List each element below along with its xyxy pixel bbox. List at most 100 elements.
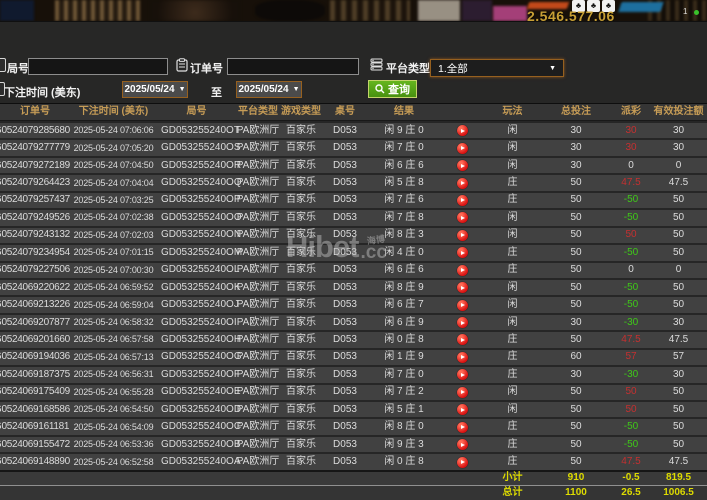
- payout-cell: 0: [612, 161, 650, 171]
- payout-cell: -50: [612, 300, 650, 310]
- play-icon: [461, 146, 465, 150]
- cell-game-type: 百家乐: [280, 213, 322, 223]
- cell-play-side: 庄: [485, 335, 540, 345]
- col-header-game: 游戏类型: [280, 107, 322, 117]
- table-row[interactable]: G0524079285680 2025-05-24 07:06:06 GD053…: [0, 121, 707, 138]
- table-row[interactable]: G0524069213226 2025-05-24 06:59:04 GD053…: [0, 295, 707, 312]
- table-row[interactable]: G0524069207877 2025-05-24 06:58:32 GD053…: [0, 313, 707, 330]
- cell-play-side: 庄: [485, 352, 540, 362]
- play-icon: [461, 164, 465, 168]
- play-video-button[interactable]: [457, 265, 468, 276]
- table-row[interactable]: G0524069194036 2025-05-24 06:57:13 GD053…: [0, 348, 707, 365]
- table-row[interactable]: G0524079234954 2025-05-24 07:01:15 GD053…: [0, 243, 707, 260]
- date-from-picker[interactable]: 2025/05/24 ▼: [122, 81, 188, 98]
- cell-total-bet: 50: [540, 387, 612, 397]
- cell-game-type: 百家乐: [280, 370, 322, 380]
- play-video-button[interactable]: [457, 439, 468, 450]
- play-video-button[interactable]: [457, 282, 468, 293]
- cell-game-type: 百家乐: [280, 143, 322, 153]
- col-header-valid: 有效投注额: [650, 107, 707, 117]
- play-icon: [461, 373, 465, 377]
- cell-game-type: 百家乐: [280, 161, 322, 171]
- play-video-button[interactable]: [457, 404, 468, 415]
- search-button[interactable]: 查询: [368, 80, 417, 98]
- cell-valid-bet: 50: [650, 405, 707, 415]
- cell-order-id: G0524079227506: [0, 265, 70, 275]
- cell-result: 闲 6 庄 7: [368, 300, 440, 310]
- table-row[interactable]: G0524069155472 2025-05-24 06:53:36 GD053…: [0, 435, 707, 452]
- cell-table-no: D053: [322, 283, 368, 293]
- table-row[interactable]: G0524069175409 2025-05-24 06:55:28 GD053…: [0, 383, 707, 400]
- payout-cell: -30: [612, 370, 650, 380]
- bg-shape: [418, 0, 460, 21]
- table-row[interactable]: G0524079249526 2025-05-24 07:02:38 GD053…: [0, 208, 707, 225]
- play-video-button[interactable]: [457, 195, 468, 206]
- table-row[interactable]: G0524069201660 2025-05-24 06:57:58 GD053…: [0, 330, 707, 347]
- play-video-button[interactable]: [457, 247, 468, 258]
- clipboard-icon: [176, 58, 188, 72]
- play-video-button[interactable]: [457, 125, 468, 136]
- cell-bet-time: 2025-05-24 07:04:50: [70, 161, 157, 170]
- cell-order-id: G0524069201660: [0, 335, 70, 345]
- table-row[interactable]: G0524079227506 2025-05-24 07:00:30 GD053…: [0, 261, 707, 278]
- play-icon: [461, 355, 465, 359]
- cell-total-bet: 50: [540, 265, 612, 275]
- bg-shape: [55, 0, 140, 21]
- cell-platform: PA欧洲厅: [236, 335, 280, 345]
- platform-list-icon: [370, 58, 383, 71]
- play-video-button[interactable]: [457, 160, 468, 171]
- date-to-picker[interactable]: 2025/05/24 ▼: [236, 81, 302, 98]
- play-video-button[interactable]: [457, 457, 468, 468]
- table-row[interactable]: G0524069168586 2025-05-24 06:54:50 GD053…: [0, 400, 707, 417]
- cell-total-bet: 30: [540, 126, 612, 136]
- play-video-button[interactable]: [457, 212, 468, 223]
- cell-play-side: 闲: [485, 387, 540, 397]
- play-video-button[interactable]: [457, 334, 468, 345]
- payout-cell: -50: [612, 422, 650, 432]
- table-row[interactable]: G0524069148890 2025-05-24 06:52:58 GD053…: [0, 452, 707, 469]
- cell-bet-time: 2025-05-24 06:59:52: [70, 283, 157, 292]
- cell-total-bet: 50: [540, 213, 612, 223]
- cell-play-side: 闲: [485, 405, 540, 415]
- order-input[interactable]: [227, 58, 359, 75]
- table-row[interactable]: G0524079257437 2025-05-24 07:03:25 GD053…: [0, 191, 707, 208]
- play-video-button[interactable]: [457, 369, 468, 380]
- play-icon: [461, 425, 465, 429]
- table-row[interactable]: G0524079264423 2025-05-24 07:04:04 GD053…: [0, 173, 707, 190]
- play-video-button[interactable]: [457, 352, 468, 363]
- table-row[interactable]: G0524069161181 2025-05-24 06:54:09 GD053…: [0, 417, 707, 434]
- table-row[interactable]: G0524069187375 2025-05-24 06:56:31 GD053…: [0, 365, 707, 382]
- cell-play-side: 庄: [485, 178, 540, 188]
- cell-platform: PA欧洲厅: [236, 265, 280, 275]
- col-header-round: 局号: [157, 107, 236, 117]
- payout-cell: 0: [612, 265, 650, 275]
- play-video-button[interactable]: [457, 143, 468, 154]
- platform-type-label: 平台类型: [386, 60, 430, 76]
- cell-order-id: G0524079272189: [0, 161, 70, 171]
- table-row[interactable]: G0524079243132 2025-05-24 07:02:03 GD053…: [0, 226, 707, 243]
- table-row[interactable]: G0524079277779 2025-05-24 07:05:20 GD053…: [0, 138, 707, 155]
- round-label: 局号: [7, 60, 29, 76]
- cell-game-type: 百家乐: [280, 318, 322, 328]
- play-video-button[interactable]: [457, 300, 468, 311]
- cell-valid-bet: 30: [650, 126, 707, 136]
- play-video-button[interactable]: [457, 178, 468, 189]
- online-dot-icon: [694, 10, 699, 15]
- cell-bet-time: 2025-05-24 06:53:36: [70, 440, 157, 449]
- cell-table-no: D053: [322, 457, 368, 467]
- play-video-button[interactable]: [457, 230, 468, 241]
- bet-time-label: 下注时间 (美东): [4, 84, 80, 100]
- play-video-button[interactable]: [457, 317, 468, 328]
- play-video-button[interactable]: [457, 422, 468, 433]
- cell-table-no: D053: [322, 213, 368, 223]
- platform-type-select[interactable]: 1.全部 ▼: [430, 59, 564, 77]
- table-row[interactable]: G0524079272189 2025-05-24 07:04:50 GD053…: [0, 156, 707, 173]
- bg-shape: [493, 6, 527, 21]
- cell-play-side: 闲: [485, 300, 540, 310]
- cell-table-no: D053: [322, 161, 368, 171]
- play-video-button[interactable]: [457, 387, 468, 398]
- cell-round-id: GD053255240OF: [157, 370, 236, 380]
- col-header-time: 下注时间 (美东): [70, 107, 157, 117]
- table-row[interactable]: G0524069220622 2025-05-24 06:59:52 GD053…: [0, 278, 707, 295]
- round-input[interactable]: [28, 58, 168, 75]
